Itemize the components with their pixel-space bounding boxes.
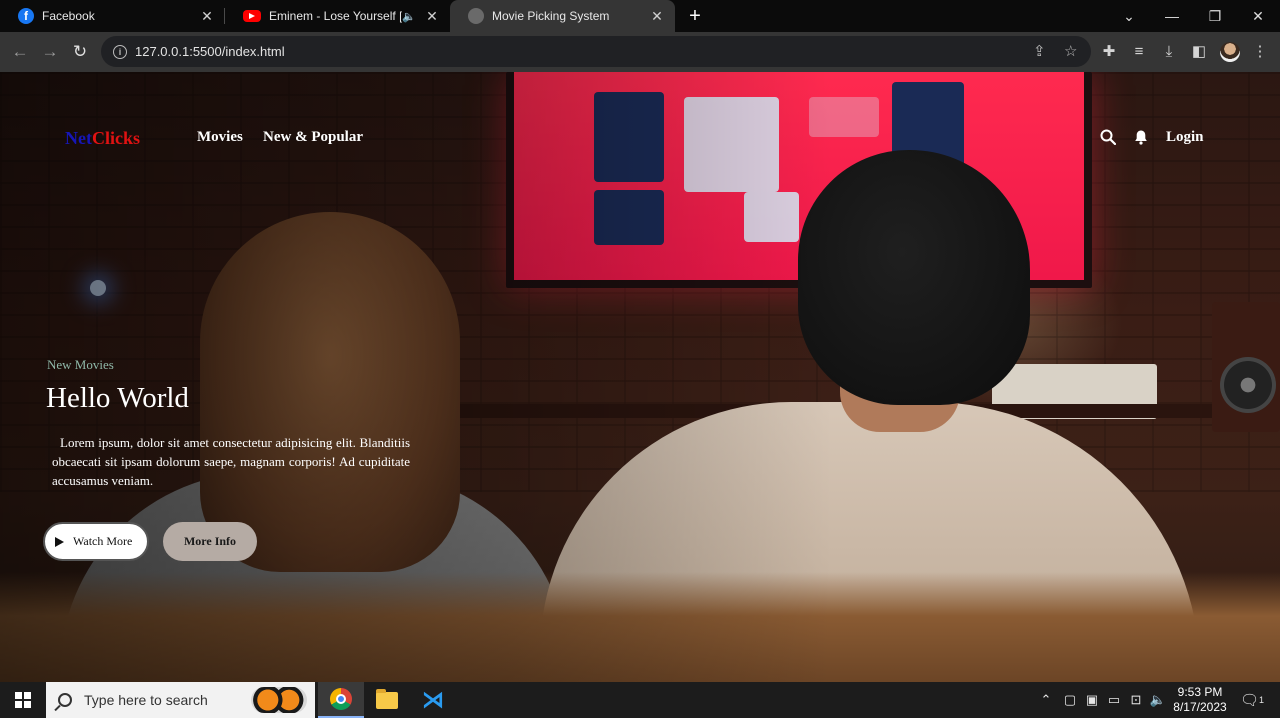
- network-icon[interactable]: ⊡: [1126, 682, 1146, 718]
- clock-date: 8/17/2023: [1173, 700, 1227, 714]
- address-bar[interactable]: i 127.0.0.1:5500/index.html ⇪ ☆: [101, 36, 1091, 67]
- hero-section: NetClicks Movies New & Popular Login New…: [0, 72, 1280, 682]
- hero-overlay: [0, 72, 1280, 682]
- facebook-icon: f: [18, 8, 34, 24]
- taskbar-chrome[interactable]: [318, 682, 364, 718]
- tab-facebook[interactable]: f Facebook ✕: [0, 0, 225, 32]
- vscode-icon: ⋊: [422, 687, 444, 712]
- maximize-icon[interactable]: ❐: [1193, 0, 1237, 32]
- taskbar-search-placeholder: Type here to search: [84, 692, 208, 708]
- screen-capture-icon[interactable]: ▣: [1082, 682, 1102, 718]
- close-icon[interactable]: ✕: [424, 8, 440, 25]
- battery-icon[interactable]: ▭: [1104, 682, 1124, 718]
- share-icon[interactable]: ⇪: [1033, 42, 1046, 60]
- start-button[interactable]: [0, 682, 46, 718]
- play-icon: [55, 536, 64, 547]
- youtube-icon: [243, 10, 261, 22]
- nav-movies[interactable]: Movies: [197, 129, 243, 146]
- more-info-button[interactable]: More Info: [163, 522, 257, 561]
- tab-title: Movie Picking System: [492, 9, 610, 23]
- minimize-icon[interactable]: —: [1150, 0, 1194, 32]
- notification-center-icon[interactable]: 🗨 1: [1238, 682, 1266, 718]
- forward-icon[interactable]: →: [35, 37, 65, 67]
- back-icon[interactable]: ←: [5, 37, 35, 67]
- reload-icon[interactable]: ↻: [65, 37, 95, 67]
- search-icon[interactable]: [1100, 129, 1116, 145]
- bell-icon[interactable]: [1133, 129, 1149, 145]
- site-info-icon[interactable]: i: [113, 44, 127, 59]
- more-info-label: More Info: [183, 534, 237, 548]
- speaker-icon[interactable]: 🔈: [402, 10, 416, 23]
- tab-youtube[interactable]: Eminem - Lose Yourself [HD] 🔈 ✕: [225, 0, 450, 32]
- hero-description: Lorem ipsum, dolor sit amet consectetur …: [52, 435, 410, 488]
- close-icon[interactable]: ✕: [199, 8, 215, 25]
- globe-icon: [468, 8, 484, 24]
- tab-title: Eminem - Lose Yourself [HD]: [269, 9, 403, 23]
- window-close-icon[interactable]: ✕: [1236, 0, 1280, 32]
- side-panel-icon[interactable]: ◧: [1188, 40, 1210, 62]
- browser-toolbar: ← → ↻ i 127.0.0.1:5500/index.html ⇪ ☆: [0, 32, 1280, 72]
- windows-logo-icon: [15, 692, 31, 708]
- site-logo[interactable]: NetClicks: [65, 128, 140, 149]
- watch-more-label: Watch More: [73, 534, 133, 548]
- folder-icon: [376, 688, 398, 709]
- taskbar-clock[interactable]: 9:53 PM 8/17/2023: [1170, 685, 1230, 715]
- tab-title: Facebook: [42, 9, 95, 23]
- url-text[interactable]: 127.0.0.1:5500/index.html: [135, 44, 285, 59]
- hero-title: Hello World: [46, 382, 189, 414]
- search-highlight-image[interactable]: [251, 687, 307, 713]
- volume-icon[interactable]: 🔈: [1148, 682, 1168, 718]
- download-icon[interactable]: ⤓: [1158, 40, 1180, 62]
- bookmark-star-icon[interactable]: ☆: [1064, 42, 1077, 60]
- login-link[interactable]: Login: [1166, 129, 1204, 146]
- chrome-icon: [330, 688, 352, 710]
- taskbar-vscode[interactable]: ⋊: [410, 682, 456, 718]
- new-tab-button[interactable]: +: [675, 0, 715, 32]
- taskbar-file-explorer[interactable]: [364, 682, 410, 718]
- logo-part-net: Net: [65, 128, 92, 148]
- show-hidden-icons-chevron-icon[interactable]: ⌃: [1036, 682, 1056, 718]
- tab-movie-picking-system[interactable]: Movie Picking System ✕: [450, 0, 675, 32]
- watch-more-button[interactable]: Watch More: [43, 522, 149, 561]
- taskbar-search-box[interactable]: Type here to search: [46, 682, 315, 718]
- menu-kebab-icon[interactable]: ⋮: [1249, 40, 1271, 62]
- meet-now-icon[interactable]: ▢: [1060, 682, 1080, 718]
- profile-avatar[interactable]: [1220, 42, 1240, 62]
- nav-new-popular[interactable]: New & Popular: [263, 129, 363, 146]
- windows-taskbar: Type here to search ⋊ ⌃ ▢ ▣ ▭ ⊡ 🔈 9:53 P…: [0, 682, 1280, 718]
- tab-search-chevron-icon[interactable]: ⌄: [1107, 0, 1151, 32]
- notification-count: 1: [1259, 695, 1265, 705]
- logo-part-clicks: Clicks: [91, 128, 140, 148]
- close-icon[interactable]: ✕: [649, 8, 665, 25]
- media-control-icon[interactable]: ≡: [1128, 40, 1150, 62]
- browser-tab-bar: f Facebook ✕ Eminem - Lose Yourself [HD]…: [0, 0, 1280, 32]
- clock-time: 9:53 PM: [1177, 685, 1223, 699]
- extensions-icon[interactable]: ✚: [1098, 40, 1120, 62]
- search-icon: [58, 693, 72, 707]
- hero-eyebrow: New Movies: [47, 357, 114, 372]
